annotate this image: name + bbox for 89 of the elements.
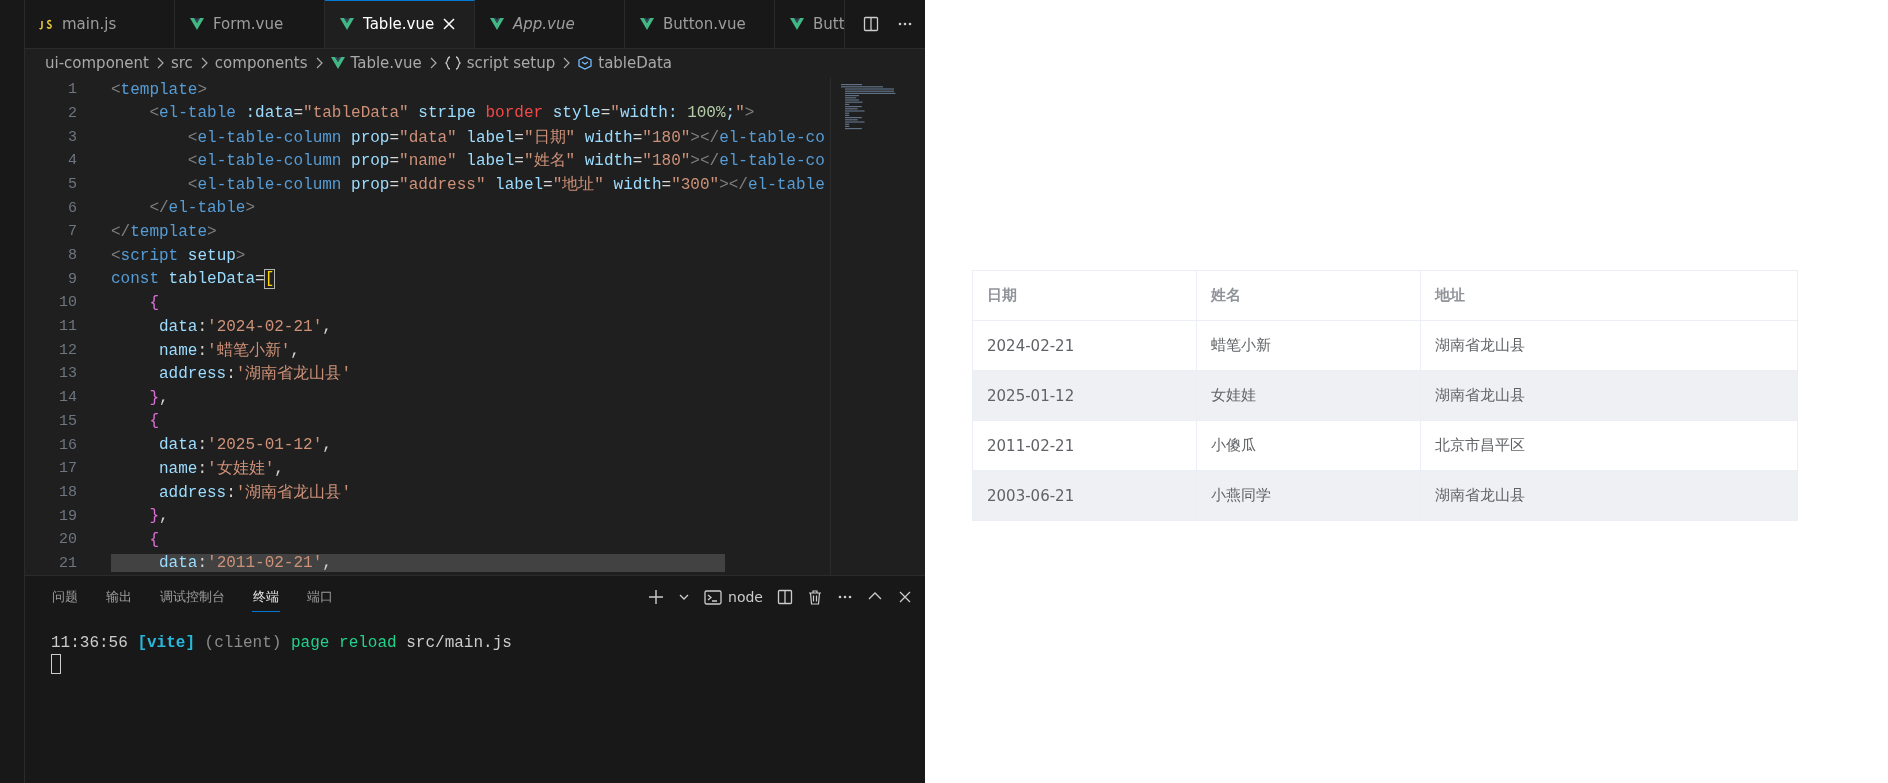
line-number: 13	[58, 365, 77, 383]
table-cell: 小傻瓜	[1197, 421, 1421, 470]
code-line: address:'湖南省龙山县'	[158, 482, 353, 503]
code-line: {	[148, 530, 160, 549]
table-cell: 2024-02-21	[973, 321, 1197, 370]
column-header: 姓名	[1197, 271, 1421, 320]
breadcrumb-item[interactable]: script setup	[443, 53, 556, 72]
code-line: <el-table-column prop="data" label="日期" width="180"></el-table-co	[186, 127, 826, 148]
code-line: <template>	[111, 80, 209, 99]
line-number: 5	[67, 175, 77, 193]
table-cell: 蜡笔小新	[1197, 321, 1421, 370]
code-line: },	[148, 388, 170, 407]
editor-tab[interactable]: Butt	[775, 0, 845, 48]
code-line: <el-table-column prop="name" label="姓名" width="180"></el-table-co	[186, 151, 826, 172]
table-cell: 小燕同学	[1197, 471, 1421, 520]
code-line: name:'蜡笔小新',	[158, 340, 301, 361]
line-number: 19	[58, 507, 77, 525]
panel-tab[interactable]: 调试控制台	[159, 582, 226, 612]
terminal-output: 11:36:56 [vite] (client) page reload src/main.js	[51, 634, 513, 653]
column-header: 日期	[973, 271, 1197, 320]
editor-tab[interactable]: main.js	[25, 0, 175, 48]
line-number: 1	[67, 81, 77, 99]
vue-logo-icon	[489, 15, 505, 32]
column-header: 地址	[1433, 285, 1466, 306]
vue-logo-icon	[329, 54, 346, 71]
table-cell-text: 湖南省龙山县	[1434, 335, 1526, 356]
code-line: name:'女娃娃',	[158, 459, 285, 480]
code-line: <el-table :data="tableData" stripe border style="width: 100%;">	[148, 104, 756, 123]
chevron-right-icon	[561, 55, 572, 70]
line-number: 14	[58, 389, 77, 407]
line-number: 12	[58, 341, 77, 359]
line-number: 6	[67, 199, 77, 217]
breadcrumb-item[interactable]: Table.vue	[329, 53, 422, 72]
split-terminal-icon[interactable]	[777, 589, 793, 606]
panel-tab[interactable]: 终端	[252, 582, 280, 612]
code-line: },	[148, 507, 170, 526]
table-cell: 女娃娃	[1197, 371, 1421, 420]
table-cell: 湖南省龙山县	[1421, 471, 1797, 520]
code-line: <script setup>	[111, 246, 247, 265]
code-line: const tableData=[	[111, 270, 276, 289]
trash-icon[interactable]	[807, 589, 823, 606]
close-icon[interactable]	[442, 17, 457, 32]
vue-logo-icon	[189, 15, 205, 32]
code-line: {	[148, 293, 160, 312]
code-line: <el-table-column prop="address" label="地址" width="300"></el-table	[186, 174, 826, 195]
terminal-icon	[704, 588, 723, 606]
code-line: </el-table>	[148, 199, 257, 218]
table-cell: 2003-06-21	[973, 471, 1197, 520]
table-cell: 2025-01-12	[973, 371, 1197, 420]
line-number: 3	[67, 128, 77, 146]
code-line: </template>	[111, 222, 218, 241]
editor-tab[interactable]: Button.vue	[625, 0, 775, 48]
line-number: 21	[58, 554, 77, 572]
line-number: 9	[67, 270, 77, 288]
line-number: 17	[58, 460, 77, 478]
line-number: 8	[67, 247, 77, 265]
line-number: 4	[67, 152, 77, 170]
breadcrumb-item[interactable]: ui-component	[45, 53, 149, 72]
table-cell: 2011-02-21	[973, 421, 1197, 470]
vue-logo-icon	[639, 15, 655, 32]
code-line: {	[148, 412, 160, 431]
line-number: 2	[67, 104, 77, 122]
line-number: 7	[67, 223, 77, 241]
terminal-cursor[interactable]	[51, 654, 61, 675]
line-number: 15	[58, 412, 77, 430]
braces-icon	[443, 54, 462, 71]
panel-tab[interactable]: 端口	[306, 582, 334, 612]
line-number: 10	[58, 294, 77, 312]
code-line: data:'2024-02-21',	[158, 317, 333, 336]
line-number: 11	[58, 318, 77, 336]
variable-icon	[577, 54, 594, 71]
line-number: 20	[58, 531, 77, 549]
code-line: data:'2025-01-12',	[158, 436, 333, 455]
editor-tab[interactable]: Table.vue	[325, 0, 475, 48]
code-line: address:'湖南省龙山县'	[158, 364, 353, 385]
panel-tab[interactable]: 输出	[105, 582, 133, 612]
line-number: 18	[58, 483, 77, 501]
line-number: 16	[58, 436, 77, 454]
table-cell: 湖南省龙山县	[1421, 371, 1797, 420]
breadcrumb-item[interactable]: components	[214, 53, 308, 72]
terminal-profile[interactable]: node	[704, 588, 763, 606]
plus-icon[interactable]	[648, 589, 665, 606]
breadcrumb-item[interactable]: tableData	[577, 53, 673, 72]
table-cell-text: 北京市昌平区	[1434, 435, 1526, 456]
split-editor-icon[interactable]	[863, 15, 879, 32]
vue-logo-icon	[789, 15, 805, 32]
breadcrumb-item[interactable]: src	[170, 53, 193, 72]
panel-tab[interactable]: 问题	[51, 582, 79, 612]
editor-tab[interactable]: App.vue	[475, 0, 625, 48]
